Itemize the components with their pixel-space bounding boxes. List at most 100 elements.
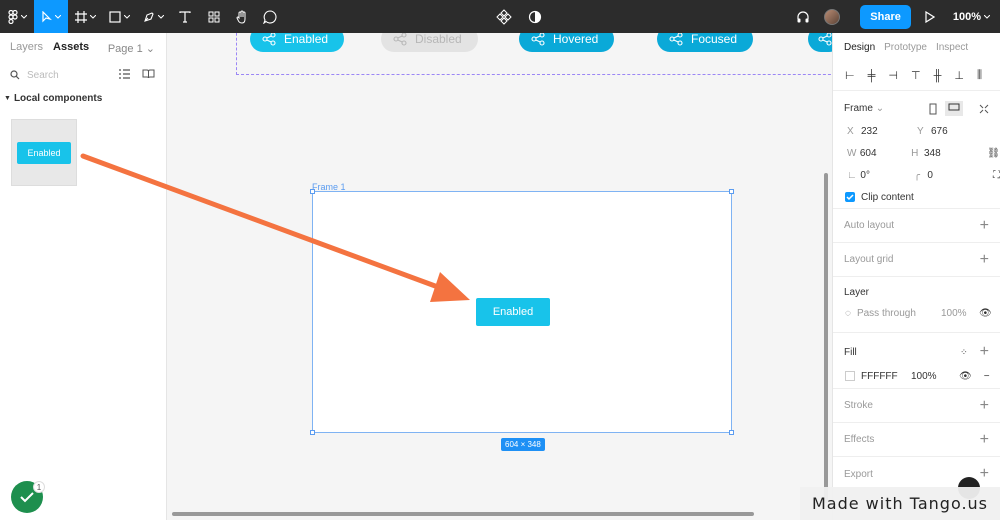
fill-row: FFFFFF 100% 👁 −	[833, 365, 1000, 387]
frame-tool-icon[interactable]	[68, 0, 102, 33]
clip-content-row[interactable]: Clip content	[833, 186, 1000, 208]
distribute-icon[interactable]: ⫼	[977, 69, 982, 82]
library-book-icon[interactable]	[142, 69, 155, 79]
x-input[interactable]: 232	[861, 126, 917, 137]
button-instance[interactable]: Enabled	[476, 298, 550, 326]
list-view-icon[interactable]	[119, 69, 130, 79]
play-icon[interactable]	[925, 0, 935, 33]
variant-enabled[interactable]: Enabled	[250, 33, 345, 52]
radius-input[interactable]: 0	[927, 170, 981, 181]
blend-mode-dropdown[interactable]: Pass through	[857, 308, 935, 319]
add-export-icon[interactable]: +	[980, 465, 989, 483]
align-vertical-center-icon[interactable]: ╫	[934, 70, 942, 82]
fill-hex-input[interactable]: FFFFFF	[861, 371, 911, 382]
add-effect-icon[interactable]: +	[980, 431, 989, 449]
resize-handle-top-left[interactable]	[310, 189, 315, 194]
variant-hovered[interactable]: Hovered	[519, 33, 615, 52]
resize-handle-bottom-left[interactable]	[310, 430, 315, 435]
independent-corners-icon[interactable]: ⛶	[993, 170, 1000, 181]
figma-menu-icon[interactable]	[0, 0, 34, 33]
alignment-toolbar: ⊢ ╪ ⊣ ⊤ ╫ ⊥ ⫼	[833, 61, 1000, 91]
toolbar-right: Share 100%	[796, 0, 1000, 33]
portrait-icon[interactable]	[929, 103, 937, 115]
tab-prototype[interactable]: Prototype	[884, 42, 927, 53]
variant-focused[interactable]: Focused	[657, 33, 754, 52]
y-input[interactable]: 676	[931, 126, 987, 137]
position-row: X 232 Y 676	[833, 120, 1000, 142]
page-selector[interactable]: Page 1 ⌄	[108, 42, 155, 55]
align-right-icon[interactable]: ⊣	[888, 69, 898, 82]
shape-tool-icon[interactable]	[102, 0, 136, 33]
resources-icon[interactable]	[200, 0, 228, 33]
share-button[interactable]: Share	[860, 4, 911, 29]
eye-icon[interactable]: 👁	[959, 371, 972, 382]
tab-design[interactable]: Design	[844, 42, 875, 53]
add-layout-grid-icon[interactable]: +	[980, 251, 989, 269]
add-auto-layout-icon[interactable]: +	[980, 217, 989, 235]
constrain-proportions-icon[interactable]: ⛓	[987, 148, 1000, 159]
move-tool-icon[interactable]	[34, 0, 68, 33]
checkbox-checked-icon[interactable]	[845, 192, 855, 202]
tab-layers[interactable]: Layers	[10, 41, 43, 53]
resize-handle-top-right[interactable]	[729, 189, 734, 194]
w-label: W	[847, 147, 857, 159]
chevron-down-icon: ⌄	[145, 43, 155, 55]
remove-fill-icon[interactable]: −	[984, 371, 990, 382]
component-set-frame[interactable]: Enabled Disabled Hovered Focused	[236, 33, 832, 75]
align-left-icon[interactable]: ⊢	[845, 69, 855, 82]
headphones-icon[interactable]	[796, 0, 810, 33]
search-input[interactable]: Search	[27, 70, 59, 81]
rotation-icon: ∟	[847, 169, 857, 181]
hand-tool-icon[interactable]	[228, 0, 256, 33]
layer-opacity-input[interactable]: 100%	[941, 308, 975, 319]
fill-swatch[interactable]	[845, 371, 855, 381]
variant-disabled[interactable]: Disabled	[381, 33, 478, 52]
component-icon[interactable]	[496, 0, 512, 33]
size-row: W 604 H 348 ⛓	[833, 142, 1000, 164]
share-icon	[393, 33, 407, 46]
text-tool-icon[interactable]	[170, 0, 200, 33]
share-icon	[531, 33, 545, 46]
w-input[interactable]: 604	[860, 148, 911, 159]
canvas[interactable]: Enabled Disabled Hovered Focused Frame 1…	[168, 33, 832, 520]
add-fill-icon[interactable]: +	[980, 343, 989, 361]
stroke-section: Stroke +	[833, 389, 1000, 423]
tab-inspect[interactable]: Inspect	[936, 42, 968, 53]
comment-tool-icon[interactable]	[256, 0, 284, 33]
local-components-header[interactable]: ▼ Local components	[0, 93, 166, 104]
tango-watermark: Made with Tango.us	[800, 487, 1000, 520]
add-stroke-icon[interactable]: +	[980, 397, 989, 415]
toolbar-center	[496, 0, 542, 33]
align-horizontal-center-icon[interactable]: ╪	[868, 70, 876, 82]
zoom-menu[interactable]: 100%	[953, 11, 990, 23]
fill-opacity-input[interactable]: 100%	[911, 371, 959, 382]
rotation-input[interactable]: 0°	[860, 170, 914, 181]
variant-partial[interactable]	[808, 33, 832, 52]
pen-tool-icon[interactable]	[136, 0, 170, 33]
h-input[interactable]: 348	[924, 148, 975, 159]
component-thumbnail[interactable]: Enabled	[11, 119, 77, 186]
h-label: H	[911, 147, 919, 159]
effects-section: Effects +	[833, 423, 1000, 457]
resize-to-fit-icon[interactable]	[979, 104, 989, 114]
right-panel-tabs: Design Prototype Inspect	[833, 33, 1000, 61]
y-label: Y	[917, 125, 924, 137]
style-grid-icon[interactable]: ⁘	[960, 347, 968, 358]
align-top-icon[interactable]: ⊤	[911, 69, 921, 82]
horizontal-scrollbar[interactable]	[172, 512, 754, 516]
frame-type-dropdown[interactable]: Frame ⌄	[844, 103, 884, 114]
landscape-icon[interactable]	[945, 101, 963, 116]
resize-handle-bottom-right[interactable]	[729, 430, 734, 435]
size-tag: 604 × 348	[501, 438, 545, 451]
caret-down-icon: ▼	[4, 95, 11, 102]
align-bottom-icon[interactable]: ⊥	[954, 69, 964, 82]
contrast-icon[interactable]	[528, 0, 542, 33]
vertical-scrollbar[interactable]	[824, 173, 828, 503]
avatar[interactable]	[824, 8, 841, 25]
effects-header: Effects +	[833, 431, 1000, 449]
eye-icon[interactable]: 👁	[979, 308, 992, 319]
top-toolbar: Share 100%	[0, 0, 1000, 33]
tab-assets[interactable]: Assets	[53, 41, 89, 53]
layer-row: ◌ Pass through 100% 👁	[833, 302, 1000, 324]
frame-section: Frame ⌄ X 232 Y 676 W 604 H 348 ⛓ ∟ 0° ╭…	[833, 91, 1000, 209]
